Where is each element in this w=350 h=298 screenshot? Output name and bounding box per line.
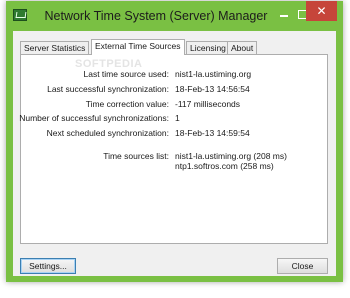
time-sources-label: Time sources list:: [103, 151, 169, 161]
settings-button[interactable]: Settings...: [20, 258, 76, 274]
detail-row-next-sync: Next scheduled synchronization: 18-Feb-1…: [21, 128, 329, 139]
detail-label: Last successful synchronization:: [47, 84, 169, 94]
tab-about[interactable]: About: [227, 41, 258, 54]
detail-label: Next scheduled synchronization:: [46, 128, 169, 138]
detail-value: nist1-la.ustiming.org: [175, 69, 252, 79]
dialog-body: Server Statistics External Time Sources …: [13, 31, 336, 276]
detail-label: Number of successful synchronizations:: [19, 113, 169, 123]
close-window-button[interactable]: ✕: [306, 1, 337, 21]
detail-label: Time correction value:: [85, 99, 169, 109]
window-title: Network Time System (Server) Manager: [44, 9, 268, 23]
detail-value: 18-Feb-13 14:56:54: [175, 84, 250, 94]
title-bar[interactable]: Network Time System (Server) Manager ✕: [6, 1, 343, 31]
minimize-button[interactable]: [276, 8, 292, 22]
tab-server-statistics[interactable]: Server Statistics: [20, 41, 90, 54]
time-source-item: ntp1.softros.com (258 ms): [175, 161, 274, 171]
time-sources-list: nist1-la.ustiming.org (208 ms) ntp1.soft…: [175, 151, 287, 171]
app-window: Network Time System (Server) Manager ✕ S…: [6, 1, 343, 282]
detail-value: 18-Feb-13 14:59:54: [175, 128, 250, 138]
detail-row-sync-count: Number of successful synchronizations: 1: [19, 113, 329, 124]
detail-row-time-correction: Time correction value: -117 milliseconds: [21, 99, 329, 110]
detail-value: -117 milliseconds: [175, 99, 241, 109]
detail-row-last-source: Last time source used: nist1-la.ustiming…: [21, 69, 329, 80]
detail-row-last-sync: Last successful synchronization: 18-Feb-…: [21, 84, 329, 95]
tab-external-time-sources[interactable]: External Time Sources: [91, 39, 185, 55]
detail-value: 1: [175, 113, 180, 123]
external-time-sources-panel: SOFTPEDIA Last time source used: nist1-l…: [19, 54, 329, 244]
tab-licensing[interactable]: Licensing: [186, 41, 230, 54]
close-button[interactable]: Close: [277, 258, 328, 274]
detail-label: Last time source used:: [83, 69, 169, 79]
time-source-item: nist1-la.ustiming.org (208 ms): [175, 151, 287, 161]
